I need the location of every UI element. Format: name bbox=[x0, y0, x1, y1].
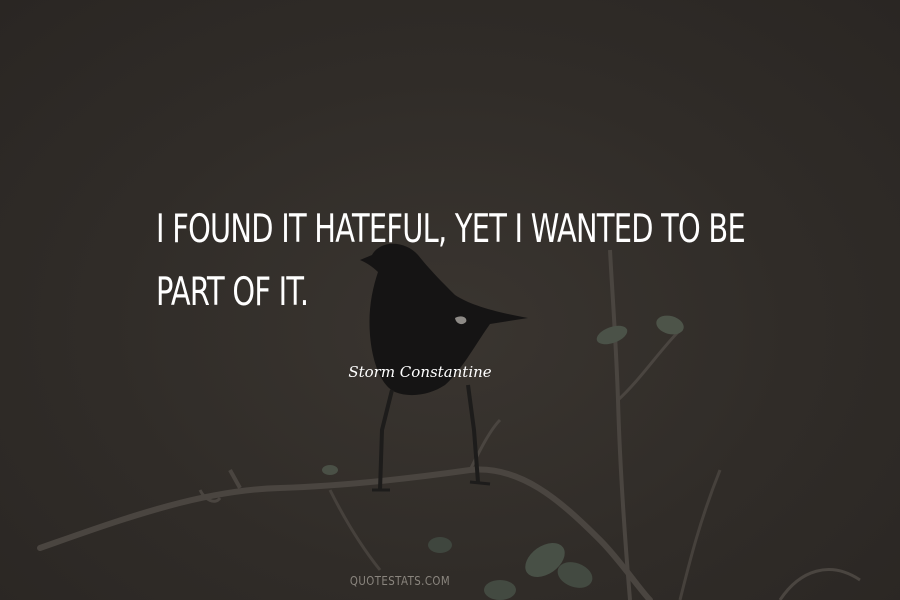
quote-text: I found it hateful, yet I wanted to be p… bbox=[156, 207, 746, 315]
site-watermark[interactable]: QUOTESTATS.COM bbox=[60, 574, 740, 588]
quote-image: I found it hateful, yet I wanted to be p… bbox=[0, 0, 900, 600]
quote-author: Storm Constantine bbox=[348, 363, 492, 381]
